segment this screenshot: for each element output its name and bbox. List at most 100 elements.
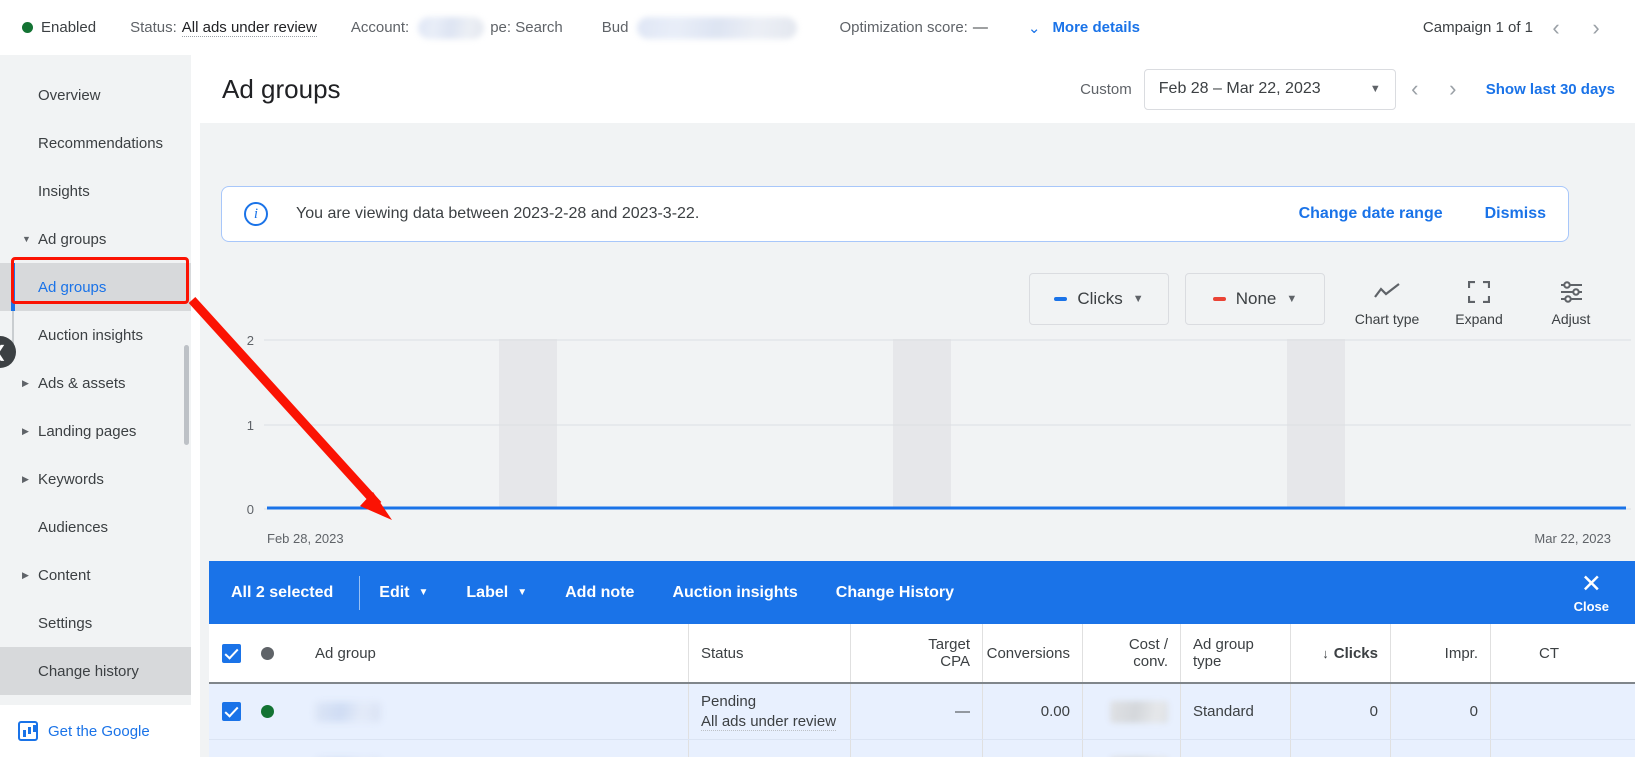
row-ctr xyxy=(1491,684,1571,739)
sidebar-group-landing-pages[interactable]: ▶ Landing pages xyxy=(0,407,191,455)
sidebar-item-change-history[interactable]: Change history xyxy=(0,647,191,695)
sidebar-item-label: Change history xyxy=(38,662,139,680)
row-checkbox[interactable] xyxy=(221,702,241,721)
chevron-down-icon: ▼ xyxy=(1286,293,1298,305)
next-period-button[interactable]: › xyxy=(1434,70,1472,108)
sidebar-group-content[interactable]: ▶ Content xyxy=(0,551,191,599)
edit-menu-button[interactable]: Edit ▼ xyxy=(360,584,447,602)
primary-metric-selector[interactable]: Clicks ▼ xyxy=(1029,273,1169,325)
campaign-top-bar: Enabled Status: All ads under review Acc… xyxy=(0,0,1635,55)
status-value: All ads under review xyxy=(181,18,317,37)
sidebar-item-settings[interactable]: Settings xyxy=(0,599,191,647)
sidebar-item-label: Keywords xyxy=(38,470,104,488)
secondary-metric-selector[interactable]: None ▼ xyxy=(1185,273,1325,325)
sidebar-item-label: Audiences xyxy=(38,518,109,536)
column-header-impressions[interactable]: Impr. xyxy=(1391,624,1491,682)
show-last-30-days-button[interactable]: Show last 30 days xyxy=(1486,81,1615,98)
sidebar-group-keywords[interactable]: ▶ Keywords xyxy=(0,455,191,503)
select-all-checkbox[interactable] xyxy=(221,643,241,663)
sidebar-scrollbar[interactable] xyxy=(184,345,189,445)
row-conversions: 0.00 xyxy=(983,684,1083,739)
row-select-cell[interactable] xyxy=(209,740,253,757)
row-ad-group-name[interactable] xyxy=(303,684,689,739)
budget-value-redacted xyxy=(637,16,798,39)
table-row[interactable]: Pending All ads under review — 0.00 Stan… xyxy=(209,684,1635,740)
sidebar-item-overview[interactable]: Overview xyxy=(0,71,191,119)
sidebar-footer[interactable]: Get the Google xyxy=(0,705,191,757)
auction-insights-label: Auction insights xyxy=(672,583,798,601)
sidebar-item-recommendations[interactable]: Recommendations xyxy=(0,119,191,167)
tune-icon xyxy=(1560,279,1583,305)
metric-color-swatch-red xyxy=(1212,297,1226,301)
add-note-label: Add note xyxy=(565,583,635,601)
sidebar-group-ads-assets[interactable]: ▶ Ads & assets xyxy=(0,359,191,407)
table-row[interactable]: Eligible — 0.00 Standard 0 0 xyxy=(209,740,1635,757)
sidebar-footer-label: Get the Google xyxy=(48,722,150,740)
cost-conv-line2: conv. xyxy=(1133,653,1168,670)
budget-field: Bud xyxy=(601,16,798,39)
page-header: Ad groups Custom Feb 28 – Mar 22, 2023 ▼… xyxy=(200,55,1635,123)
expand-button[interactable]: Expand xyxy=(1433,273,1525,327)
banner-message: You are viewing data between 2023-2-28 a… xyxy=(296,205,700,222)
sidebar-item-ad-groups[interactable]: Ad groups xyxy=(0,263,191,311)
row-clicks: 0 xyxy=(1291,740,1391,757)
change-history-button[interactable]: Change History xyxy=(817,584,973,602)
main-content-area: Ad groups Custom Feb 28 – Mar 22, 2023 ▼… xyxy=(191,55,1635,757)
status-dot-icon xyxy=(261,646,274,660)
sidebar-item-insights[interactable]: Insights xyxy=(0,167,191,215)
row-select-cell[interactable] xyxy=(209,684,253,739)
auction-insights-button[interactable]: Auction insights xyxy=(653,584,816,602)
column-header-ad-group[interactable]: Ad group xyxy=(303,624,689,682)
enabled-label: Enabled xyxy=(41,19,97,36)
row-ad-group-type: Standard xyxy=(1181,740,1291,757)
caret-right-icon: ▶ xyxy=(22,425,29,436)
column-header-ctr[interactable]: CT xyxy=(1491,624,1571,682)
row-ad-group-name[interactable] xyxy=(303,740,689,757)
sidebar-group-ad-groups[interactable]: ▼ Ad groups xyxy=(0,215,191,263)
arrow-down-icon: ↓ xyxy=(1322,645,1329,661)
column-header-conversions[interactable]: Conversions xyxy=(983,624,1083,682)
status-field: Status: All ads under review xyxy=(130,19,317,37)
campaign-status: Enabled xyxy=(22,19,96,36)
column-header-clicks[interactable]: ↓ Clicks xyxy=(1291,624,1391,682)
label-menu-button[interactable]: Label ▼ xyxy=(447,584,546,602)
chart-type-button[interactable]: Chart type xyxy=(1341,273,1433,327)
column-header-status[interactable]: Status xyxy=(689,624,851,682)
caret-down-icon: ▼ xyxy=(418,587,429,598)
close-action-bar-button[interactable]: ✕ Close xyxy=(1574,571,1609,614)
select-all-header[interactable] xyxy=(209,624,253,682)
type-label: pe: Search xyxy=(490,19,563,36)
adjust-button[interactable]: Adjust xyxy=(1525,273,1617,327)
row-status-dot-cell xyxy=(253,684,303,739)
column-header-cost-per-conv[interactable]: Cost / conv. xyxy=(1083,624,1181,682)
x-axis-end-label: Mar 22, 2023 xyxy=(1534,531,1611,546)
row-impressions: 0 xyxy=(1391,740,1491,757)
ad-groups-table: Ad group Status Target CPA Conversions C… xyxy=(209,624,1635,757)
add-note-button[interactable]: Add note xyxy=(546,584,653,602)
metric-color-swatch-blue xyxy=(1054,297,1068,301)
primary-metric-label: Clicks xyxy=(1077,289,1123,308)
chevron-right-icon[interactable]: › xyxy=(1579,11,1613,45)
weekend-band xyxy=(893,339,951,509)
secondary-metric-label: None xyxy=(1235,289,1277,308)
dismiss-banner-button[interactable]: Dismiss xyxy=(1485,205,1546,223)
sidebar-item-label: Overview xyxy=(38,86,101,104)
table-header-row: Ad group Status Target CPA Conversions C… xyxy=(209,624,1635,684)
chart-svg: 2 1 0 xyxy=(247,333,1631,517)
previous-period-button[interactable]: ‹ xyxy=(1396,70,1434,108)
row-clicks: 0 xyxy=(1291,684,1391,739)
sidebar-item-auction-insights[interactable]: Auction insights xyxy=(0,311,191,359)
date-range-picker[interactable]: Feb 28 – Mar 22, 2023 ▼ xyxy=(1143,68,1396,110)
sidebar-item-label: Auction insights xyxy=(38,326,144,344)
column-header-ad-group-type[interactable]: Ad group type xyxy=(1181,624,1291,682)
account-label: Account: xyxy=(350,19,410,36)
column-header-target-cpa[interactable]: Target CPA xyxy=(851,624,983,682)
chevron-left-icon[interactable]: ‹ xyxy=(1539,11,1573,45)
budget-label: Bud xyxy=(601,19,629,36)
more-details-button[interactable]: ⌄ More details xyxy=(1028,19,1140,37)
line-chart-icon xyxy=(1374,279,1400,305)
target-cpa-line2: CPA xyxy=(940,653,970,670)
y-tick-1: 1 xyxy=(247,418,254,433)
change-date-range-button[interactable]: Change date range xyxy=(1299,205,1443,223)
sidebar-item-audiences[interactable]: Audiences xyxy=(0,503,191,551)
